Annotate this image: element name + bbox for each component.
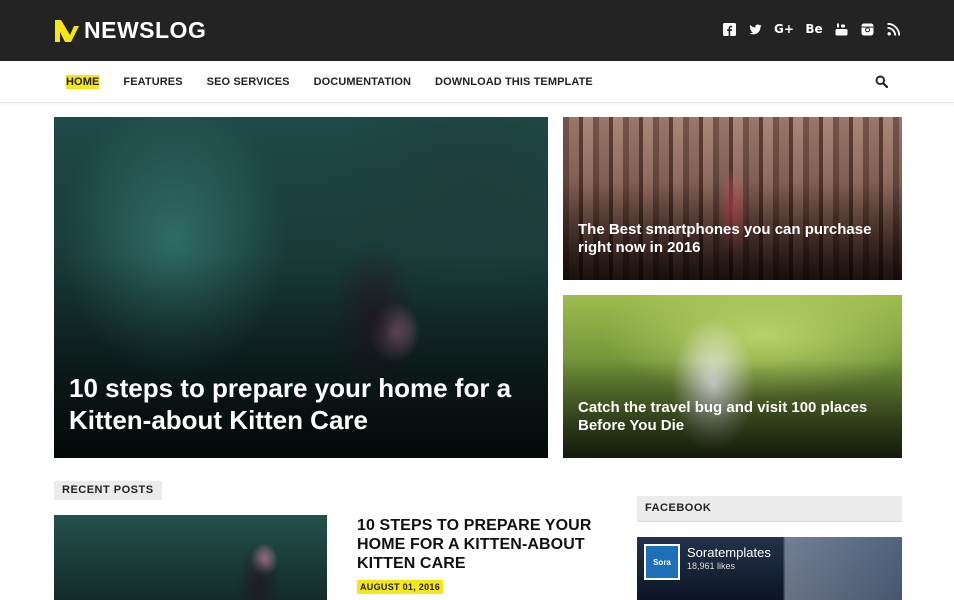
- recent-posts-heading: RECENT POSTS: [54, 481, 162, 500]
- nav-item-documentation[interactable]: DOCUMENTATION: [314, 76, 411, 88]
- social-links: G+ Be: [723, 22, 900, 36]
- main-nav: HOME FEATURES SEO SERVICES DOCUMENTATION…: [0, 61, 954, 103]
- logo-mark-icon: [55, 19, 79, 42]
- top-bar: NEWSLOG G+ Be: [0, 0, 954, 61]
- facebook-page-name[interactable]: Soratemplates: [687, 545, 771, 560]
- featured-post-top[interactable]: The Best smartphones you can purchase ri…: [563, 117, 902, 280]
- search-icon[interactable]: [875, 75, 888, 88]
- youtube-icon[interactable]: [835, 22, 848, 36]
- instagram-icon[interactable]: [861, 22, 874, 36]
- twitter-icon[interactable]: [749, 22, 762, 36]
- behance-icon[interactable]: Be: [805, 22, 822, 36]
- site-name: NEWSLOG: [84, 17, 207, 43]
- recent-post-date: AUGUST 01, 2016: [357, 580, 444, 594]
- nav-item-download-template[interactable]: DOWNLOAD THIS TEMPLATE: [435, 76, 593, 88]
- facebook-widget-heading: FACEBOOK: [637, 496, 902, 522]
- featured-post-bottom[interactable]: Catch the travel bug and visit 100 place…: [563, 295, 902, 458]
- featured-post-main[interactable]: 10 steps to prepare your home for a Kitt…: [54, 117, 548, 458]
- site-logo[interactable]: NEWSLOG: [54, 17, 206, 44]
- featured-post-top-title[interactable]: The Best smartphones you can purchase ri…: [578, 221, 893, 257]
- google-plus-icon[interactable]: G+: [774, 22, 794, 36]
- facebook-page-widget[interactable]: Sora Soratemplates 18,961 likes: [637, 537, 902, 600]
- facebook-icon[interactable]: [723, 22, 736, 36]
- nav-item-seo-services[interactable]: SEO SERVICES: [207, 76, 290, 88]
- rss-icon[interactable]: [887, 22, 900, 36]
- nav-item-features[interactable]: FEATURES: [123, 76, 182, 88]
- facebook-page-likes: 18,961 likes: [687, 561, 736, 571]
- recent-post-thumbnail[interactable]: [54, 515, 327, 600]
- page-avatar[interactable]: Sora: [644, 544, 680, 580]
- nav-item-home[interactable]: HOME: [66, 75, 100, 89]
- featured-post-main-title[interactable]: 10 steps to prepare your home for a Kitt…: [69, 372, 539, 436]
- recent-post-title[interactable]: 10 STEPS TO PREPARE YOUR HOME FOR A KITT…: [357, 516, 597, 573]
- featured-post-bottom-title[interactable]: Catch the travel bug and visit 100 place…: [578, 399, 893, 435]
- nav-menu: HOME FEATURES SEO SERVICES DOCUMENTATION…: [66, 61, 617, 103]
